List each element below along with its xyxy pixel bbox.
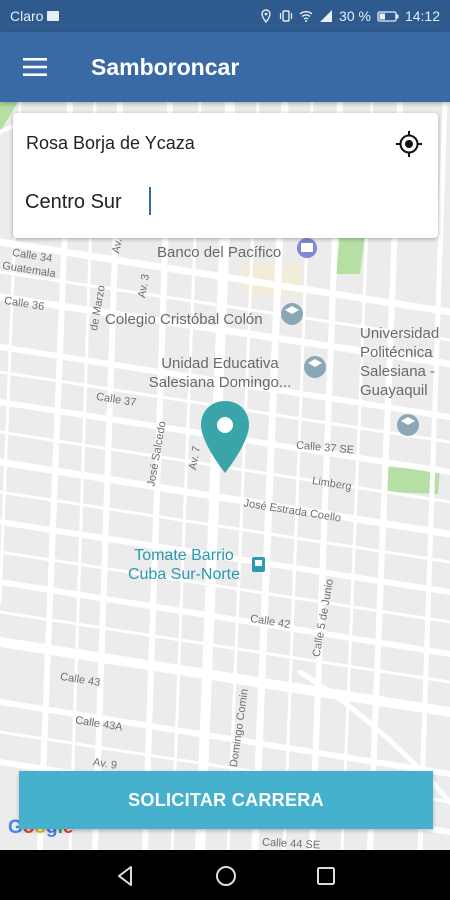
vibrate-icon <box>279 10 293 22</box>
poi-unidad-educativa[interactable]: Unidad Educativa Salesiana Domingo... <box>140 354 300 392</box>
poi-colegio-colon[interactable]: Colegio Cristóbal Colón <box>105 310 263 329</box>
home-icon[interactable] <box>213 863 239 889</box>
carrier-label: Claro <box>10 8 44 24</box>
destination-input[interactable] <box>25 185 415 219</box>
status-bar: Claro 30 % 14:12 <box>0 0 450 32</box>
wifi-icon <box>299 11 313 22</box>
app-title: Samboroncar <box>91 54 240 80</box>
poi-tomate-barrio[interactable]: Tomate Barrio Cuba Sur-Norte <box>118 546 250 584</box>
location-pin-icon[interactable] <box>198 399 252 475</box>
hamburger-menu-icon <box>23 58 47 76</box>
location-status-icon <box>261 9 271 23</box>
poi-universidad-salesiana[interactable]: Universidad Politécnica Salesiana - Guay… <box>360 324 450 400</box>
street-label: Av. <box>110 237 125 255</box>
clock: 14:12 <box>404 8 440 24</box>
app-screen: Claro 30 % 14:12 Samboroncar Banco del P… <box>0 0 450 900</box>
request-ride-button[interactable]: SOLICITAR CARRERA <box>19 771 433 829</box>
battery-icon <box>377 11 399 22</box>
menu-button[interactable] <box>14 48 56 86</box>
street-label: Calle 44 SE <box>261 836 321 850</box>
battery-percent: 30 % <box>339 8 371 24</box>
back-icon[interactable] <box>113 863 139 889</box>
app-bar: Samboroncar <box>0 32 450 102</box>
system-nav-bar <box>0 850 450 900</box>
route-search-card: Rosa Borja de Ycaza <box>13 113 438 238</box>
signal-icon <box>320 10 333 22</box>
my-location-icon[interactable] <box>394 129 424 159</box>
origin-address[interactable]: Rosa Borja de Ycaza <box>26 133 195 154</box>
notification-icon <box>47 11 60 21</box>
poi-banco-pacifico[interactable]: Banco del Pacífico <box>157 243 281 262</box>
recent-apps-icon[interactable] <box>313 863 339 889</box>
text-caret <box>149 187 151 215</box>
